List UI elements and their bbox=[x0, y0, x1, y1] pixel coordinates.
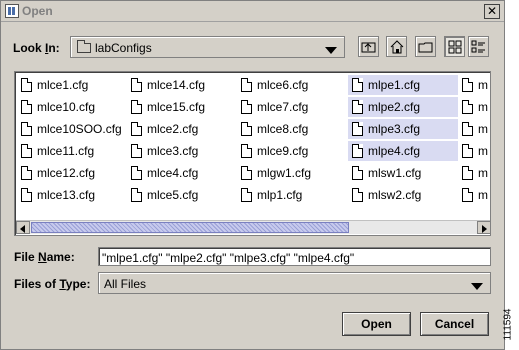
file-icon bbox=[131, 144, 142, 158]
file-icon bbox=[462, 100, 473, 114]
file-item[interactable]: mlce15.cfg bbox=[127, 97, 235, 117]
file-item[interactable]: m bbox=[458, 185, 490, 205]
file-item[interactable]: mlce2.cfg bbox=[127, 119, 235, 139]
home-button[interactable] bbox=[386, 36, 407, 57]
home-icon bbox=[390, 40, 404, 54]
file-item[interactable]: m bbox=[458, 119, 490, 139]
up-one-level-icon bbox=[361, 42, 376, 53]
new-folder-icon bbox=[418, 42, 433, 53]
file-item-selected[interactable]: mlpe1.cfg bbox=[348, 75, 458, 95]
file-item[interactable]: mlce12.cfg bbox=[17, 163, 125, 183]
file-type-label: Files of Type: bbox=[14, 277, 91, 291]
file-name-label: File Name: bbox=[14, 250, 75, 264]
file-icon bbox=[241, 78, 252, 92]
file-type-dropdown[interactable]: All Files bbox=[98, 272, 491, 294]
close-button[interactable]: ✕ bbox=[484, 4, 500, 19]
file-item[interactable]: mlce14.cfg bbox=[127, 75, 235, 95]
chevron-down-icon bbox=[325, 47, 337, 54]
file-type-value: All Files bbox=[104, 277, 147, 291]
new-folder-button[interactable] bbox=[415, 36, 436, 57]
file-icon bbox=[462, 144, 473, 158]
file-item[interactable]: mlce10SOO.cfg bbox=[17, 119, 125, 139]
details-view-icon bbox=[471, 40, 485, 53]
figure-id: 111594 bbox=[502, 308, 514, 341]
file-icon bbox=[462, 188, 473, 202]
file-item[interactable]: m bbox=[458, 97, 490, 117]
title-bar: Open ✕ bbox=[1, 1, 504, 22]
file-icon bbox=[21, 78, 32, 92]
file-icon bbox=[352, 166, 363, 180]
chevron-down-icon bbox=[471, 283, 483, 290]
folder-icon bbox=[77, 40, 91, 53]
scroll-thumb[interactable] bbox=[31, 222, 349, 233]
file-item[interactable]: mlce11.cfg bbox=[17, 141, 125, 161]
file-item[interactable]: mlce8.cfg bbox=[237, 119, 345, 139]
close-icon: ✕ bbox=[486, 4, 498, 18]
file-icon bbox=[21, 144, 32, 158]
look-in-label: Look In: bbox=[13, 41, 60, 55]
file-icon bbox=[352, 144, 363, 158]
file-item[interactable]: mlce13.cfg bbox=[17, 185, 125, 205]
file-name-input[interactable]: "mlpe1.cfg" "mlpe2.cfg" "mlpe3.cfg" "mlp… bbox=[98, 247, 491, 266]
file-list[interactable]: mlce1.cfg mlce10.cfg mlce10SOO.cfg mlce1… bbox=[14, 71, 491, 236]
file-icon bbox=[462, 78, 473, 92]
arrow-left-icon bbox=[20, 225, 25, 233]
file-icon bbox=[21, 188, 32, 202]
file-icon bbox=[241, 166, 252, 180]
file-icon bbox=[131, 188, 142, 202]
file-item[interactable]: mlce9.cfg bbox=[237, 141, 345, 161]
list-view-icon bbox=[448, 40, 462, 54]
file-item-selected[interactable]: mlpe4.cfg bbox=[348, 141, 458, 161]
file-item[interactable]: mlce1.cfg bbox=[17, 75, 125, 95]
file-icon bbox=[21, 122, 32, 136]
arrow-right-icon bbox=[482, 225, 487, 233]
up-one-level-button[interactable] bbox=[358, 36, 379, 57]
file-item[interactable]: mlce6.cfg bbox=[237, 75, 345, 95]
file-item[interactable]: m bbox=[458, 141, 490, 161]
file-item[interactable]: mlce5.cfg bbox=[127, 185, 235, 205]
file-icon bbox=[131, 166, 142, 180]
file-icon bbox=[131, 100, 142, 114]
scroll-right-button[interactable] bbox=[477, 221, 490, 234]
file-item[interactable]: m bbox=[458, 75, 490, 95]
file-icon bbox=[131, 122, 142, 136]
list-view-button[interactable] bbox=[444, 36, 465, 57]
file-icon bbox=[462, 122, 473, 136]
look-in-value: labConfigs bbox=[95, 41, 152, 55]
file-item[interactable]: mlce4.cfg bbox=[127, 163, 235, 183]
scroll-left-button[interactable] bbox=[16, 221, 30, 234]
file-item[interactable]: mlsw2.cfg bbox=[348, 185, 458, 205]
file-icon bbox=[131, 78, 142, 92]
file-item-selected[interactable]: mlpe2.cfg bbox=[348, 97, 458, 117]
file-icon bbox=[352, 188, 363, 202]
file-icon bbox=[241, 100, 252, 114]
file-icon bbox=[241, 144, 252, 158]
file-item-selected[interactable]: mlpe3.cfg bbox=[348, 119, 458, 139]
file-icon bbox=[352, 122, 363, 136]
file-item[interactable]: mlce7.cfg bbox=[237, 97, 345, 117]
file-item[interactable]: mlgw1.cfg bbox=[237, 163, 345, 183]
open-button[interactable]: Open bbox=[342, 312, 411, 336]
look-in-dropdown[interactable]: labConfigs bbox=[70, 36, 345, 58]
file-item[interactable]: mlce10.cfg bbox=[17, 97, 125, 117]
cancel-button[interactable]: Cancel bbox=[420, 312, 489, 336]
file-icon bbox=[21, 100, 32, 114]
file-icon bbox=[241, 188, 252, 202]
horizontal-scrollbar[interactable] bbox=[16, 220, 490, 234]
window-title: Open bbox=[22, 4, 53, 18]
file-icon bbox=[462, 166, 473, 180]
file-icon bbox=[352, 100, 363, 114]
file-item[interactable]: mlsw1.cfg bbox=[348, 163, 458, 183]
file-icon bbox=[21, 166, 32, 180]
file-item[interactable]: mlce3.cfg bbox=[127, 141, 235, 161]
file-icon bbox=[241, 122, 252, 136]
details-view-button[interactable] bbox=[468, 36, 489, 57]
file-item[interactable]: m bbox=[458, 163, 490, 183]
file-icon bbox=[352, 78, 363, 92]
file-item[interactable]: mlp1.cfg bbox=[237, 185, 345, 205]
open-dialog: Open ✕ Look In: labConfigs mlce1.cfg mlc… bbox=[0, 0, 505, 350]
app-icon bbox=[5, 4, 19, 18]
